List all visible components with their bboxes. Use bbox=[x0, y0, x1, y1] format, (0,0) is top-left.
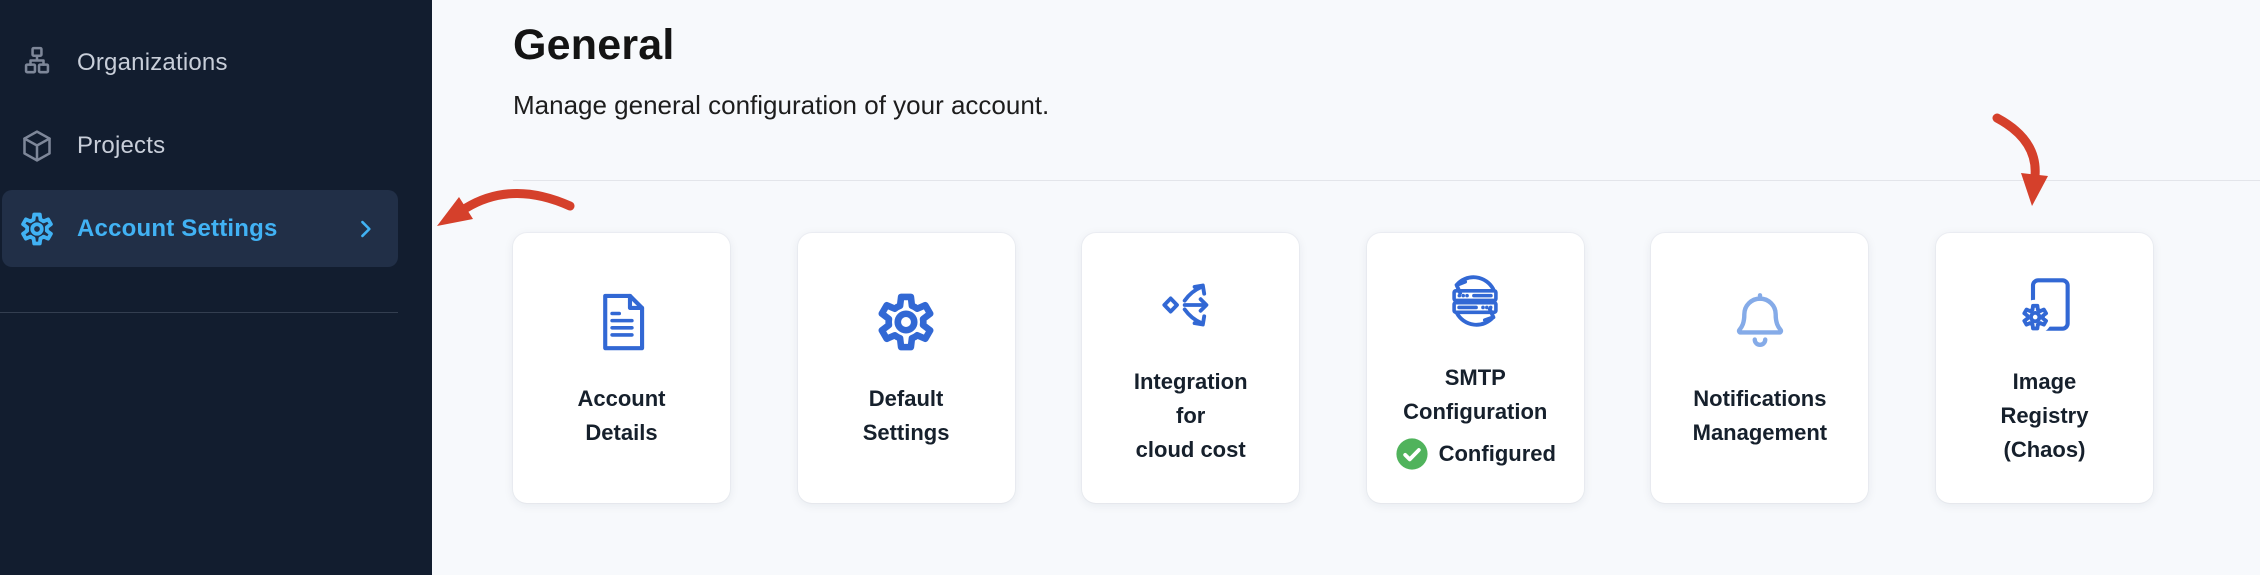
card-account-details[interactable]: AccountDetails bbox=[513, 233, 730, 503]
page-subtitle: Manage general configuration of your acc… bbox=[513, 90, 2260, 121]
sidebar-item-organizations[interactable]: Organizations bbox=[2, 24, 398, 101]
card-smtp-configuration[interactable]: SMTPConfiguration Configured bbox=[1367, 233, 1584, 503]
card-label: Integrationforcloud cost bbox=[1134, 365, 1248, 467]
registry-icon bbox=[2008, 269, 2080, 341]
main-content: General Manage general configuration of … bbox=[432, 0, 2260, 575]
card-label-line: Details bbox=[578, 416, 666, 450]
card-image-registry-chaos[interactable]: ImageRegistry(Chaos) bbox=[1936, 233, 2153, 503]
card-label-line: (Chaos) bbox=[2000, 433, 2088, 467]
card-label: ImageRegistry(Chaos) bbox=[2000, 365, 2088, 467]
card-label-line: Configuration bbox=[1403, 395, 1547, 429]
card-label: DefaultSettings bbox=[863, 382, 950, 450]
document-icon bbox=[586, 286, 658, 358]
check-circle-icon bbox=[1395, 437, 1429, 471]
server-sync-icon bbox=[1439, 265, 1511, 337]
sidebar-nav: Organizations Projects Account Settings bbox=[0, 0, 432, 267]
bell-icon bbox=[1724, 286, 1796, 358]
sidebar-item-label: Projects bbox=[77, 132, 165, 160]
card-label-line: Integration bbox=[1134, 365, 1248, 399]
card-label-line: Default bbox=[863, 382, 950, 416]
gear-icon bbox=[18, 210, 56, 248]
card-label-line: cloud cost bbox=[1134, 433, 1248, 467]
sidebar-item-label: Account Settings bbox=[77, 215, 278, 243]
page-title: General bbox=[513, 22, 2260, 68]
sidebar-item-label: Organizations bbox=[77, 49, 228, 77]
card-label-line: Registry bbox=[2000, 399, 2088, 433]
card-label-line: for bbox=[1134, 399, 1248, 433]
card-notifications-management[interactable]: NotificationsManagement bbox=[1651, 233, 1868, 503]
chevron-right-icon bbox=[352, 216, 378, 242]
card-label-line: Image bbox=[2000, 365, 2088, 399]
status-badge-label: Configured bbox=[1439, 441, 1556, 467]
card-label-line: Settings bbox=[863, 416, 950, 450]
org-chart-icon bbox=[18, 44, 56, 82]
status-badge: Configured bbox=[1395, 437, 1556, 471]
card-label: SMTPConfiguration bbox=[1403, 361, 1547, 429]
card-label-line: Notifications bbox=[1693, 382, 1827, 416]
settings-cards-row: AccountDetails DefaultSettings Integrati… bbox=[513, 233, 2153, 503]
card-default-settings[interactable]: DefaultSettings bbox=[798, 233, 1015, 503]
sidebar-item-projects[interactable]: Projects bbox=[2, 107, 398, 184]
card-label: NotificationsManagement bbox=[1693, 382, 1827, 450]
card-label-line: Management bbox=[1693, 416, 1827, 450]
gear-icon bbox=[870, 286, 942, 358]
card-integration-for-cloud-cost[interactable]: Integrationforcloud cost bbox=[1082, 233, 1299, 503]
sidebar-item-account-settings[interactable]: Account Settings bbox=[2, 190, 398, 267]
card-label-line: SMTP bbox=[1403, 361, 1547, 395]
card-label: AccountDetails bbox=[578, 382, 666, 450]
sidebar-divider bbox=[0, 312, 398, 313]
cube-icon bbox=[18, 127, 56, 165]
sidebar: Organizations Projects Account Settings bbox=[0, 0, 432, 575]
section-divider bbox=[513, 180, 2260, 181]
card-label-line: Account bbox=[578, 382, 666, 416]
branch-arrows-icon bbox=[1155, 269, 1227, 341]
